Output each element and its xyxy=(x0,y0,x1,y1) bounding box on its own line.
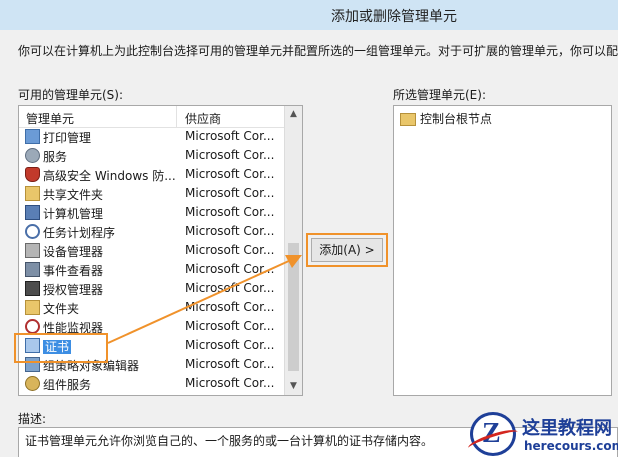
snapin-vendor: Microsoft Cor... xyxy=(185,319,275,333)
device-manager-icon xyxy=(25,243,40,258)
watermark-name: 这里教程网 xyxy=(522,418,612,439)
snapin-vendor: Microsoft Cor... xyxy=(185,376,275,390)
snapin-vendor: Microsoft Cor... xyxy=(185,300,275,314)
list-item[interactable]: 共享文件夹 Microsoft Cor... xyxy=(19,184,284,203)
list-item[interactable]: 计算机管理 Microsoft Cor... xyxy=(19,203,284,222)
snapin-name: 组件服务 xyxy=(43,378,92,392)
certificate-callout-box xyxy=(14,333,108,363)
snapin-vendor: Microsoft Cor... xyxy=(185,129,275,143)
scrollbar-thumb[interactable] xyxy=(288,243,299,371)
list-item[interactable]: 授权管理器 Microsoft Cor... xyxy=(19,279,284,298)
description-text: 证书管理单元允许你浏览自己的、一个服务的或一台计算机的证书存储内容。 xyxy=(25,434,434,448)
snapin-name: 共享文件夹 xyxy=(43,188,104,202)
shared-folder-icon xyxy=(25,186,40,201)
clock-icon xyxy=(25,224,40,239)
tree-item-label: 控制台根节点 xyxy=(420,112,493,126)
selected-snapins-list[interactable]: 控制台根节点 xyxy=(393,105,612,396)
list-item[interactable]: 服务 Microsoft Cor... xyxy=(19,146,284,165)
snapin-name: 打印管理 xyxy=(43,131,92,145)
computer-management-icon xyxy=(25,205,40,220)
snapin-vendor: Microsoft Cor... xyxy=(185,281,275,295)
snapin-vendor: Microsoft Cor... xyxy=(185,338,275,352)
window-title: 添加或删除管理单元 xyxy=(331,9,457,25)
list-item[interactable]: 高级安全 Windows 防... Microsoft Cor... xyxy=(19,165,284,184)
list-item[interactable]: 任务计划程序 Microsoft Cor... xyxy=(19,222,284,241)
list-item[interactable]: 文件夹 Microsoft Cor... xyxy=(19,298,284,317)
snapin-vendor: Microsoft Cor... xyxy=(185,186,275,200)
available-snapins-label: 可用的管理单元(S): xyxy=(18,88,124,102)
snapin-name: 任务计划程序 xyxy=(43,226,116,240)
folder-icon xyxy=(25,300,40,315)
watermark-url: herecours.com xyxy=(524,439,618,453)
snapin-name: 事件查看器 xyxy=(43,264,104,278)
list-item[interactable]: 事件查看器 Microsoft Cor... xyxy=(19,260,284,279)
list-item[interactable]: 设备管理器 Microsoft Cor... xyxy=(19,241,284,260)
tree-item-console-root[interactable]: 控制台根节点 xyxy=(400,110,492,127)
event-viewer-icon xyxy=(25,262,40,277)
list-item[interactable]: 打印管理 Microsoft Cor... xyxy=(19,127,284,146)
title-bar: 添加或删除管理单元 xyxy=(0,0,618,30)
snapin-vendor: Microsoft Cor... xyxy=(185,243,275,257)
description-label: 描述: xyxy=(18,412,47,426)
add-button[interactable]: 添加(A) > xyxy=(311,238,383,262)
vertical-scrollbar[interactable]: ▲ ▼ xyxy=(284,106,302,395)
add-button-highlight: 添加(A) > xyxy=(306,233,388,267)
snapin-name: 服务 xyxy=(43,150,68,164)
snapin-vendor: Microsoft Cor... xyxy=(185,262,275,276)
selected-snapins-label: 所选管理单元(E): xyxy=(393,88,486,102)
watermark: Z 这里教程网 herecours.com xyxy=(466,410,618,457)
snapin-name: 文件夹 xyxy=(43,302,80,316)
authorization-icon xyxy=(25,281,40,296)
snapin-vendor: Microsoft Cor... xyxy=(185,205,275,219)
list-item[interactable]: 组件服务 Microsoft Cor... xyxy=(19,374,284,393)
services-gear-icon xyxy=(25,148,40,163)
snapin-name: 授权管理器 xyxy=(43,283,104,297)
snapin-name: 高级安全 Windows 防... xyxy=(43,169,176,183)
printer-icon xyxy=(25,129,40,144)
watermark-logo-icon: Z xyxy=(466,412,520,456)
snapin-name: 计算机管理 xyxy=(43,207,104,221)
snapin-vendor: Microsoft Cor... xyxy=(185,148,275,162)
intro-text: 你可以在计算机上为此控制台选择可用的管理单元并配置所选的一组管理单元。对于可扩展… xyxy=(18,44,618,58)
list-header: 管理单元 供应商 xyxy=(19,106,284,128)
snapin-vendor: Microsoft Cor... xyxy=(185,167,275,181)
snapin-vendor: Microsoft Cor... xyxy=(185,224,275,238)
column-separator[interactable] xyxy=(176,106,177,127)
component-services-icon xyxy=(25,376,40,391)
firewall-shield-icon xyxy=(25,167,40,182)
performance-monitor-icon xyxy=(25,319,40,334)
column-header-snapin[interactable]: 管理单元 xyxy=(26,110,74,127)
folder-icon xyxy=(400,113,416,126)
scroll-down-arrow-icon[interactable]: ▼ xyxy=(285,378,302,395)
column-header-vendor[interactable]: 供应商 xyxy=(185,110,221,127)
scroll-up-arrow-icon[interactable]: ▲ xyxy=(285,106,302,123)
snapin-name: 设备管理器 xyxy=(43,245,104,259)
snapin-vendor: Microsoft Cor... xyxy=(185,357,275,371)
